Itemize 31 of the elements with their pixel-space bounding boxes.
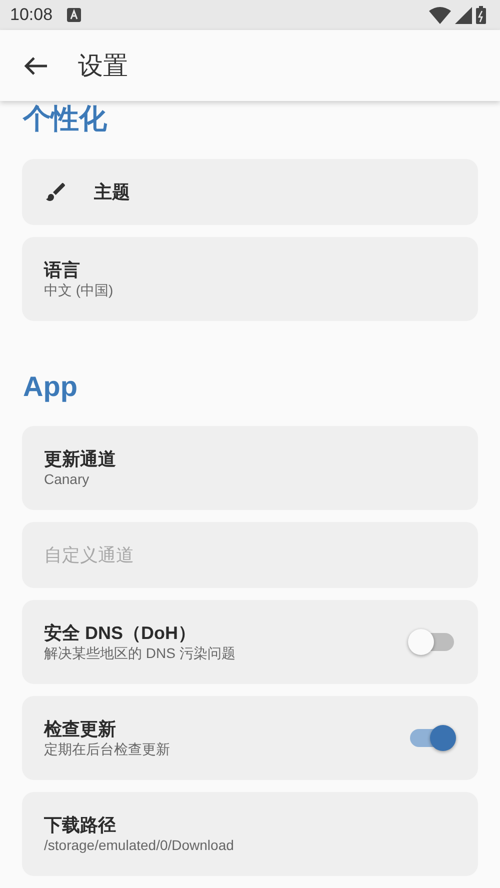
battery-icon (476, 6, 486, 24)
item-title: 安全 DNS（DoH） (44, 622, 197, 644)
brush-icon (44, 180, 68, 204)
settings-item[interactable]: 更新通道 Canary (22, 426, 478, 510)
item-title: 自定义通道 (44, 544, 135, 566)
settings-item[interactable]: 主题 (22, 159, 478, 225)
wifi-icon (429, 6, 451, 24)
back-arrow-icon (24, 56, 48, 76)
page-title: 设置 (78, 51, 128, 82)
signal-icon (455, 6, 472, 24)
section-title: 个性化 (23, 103, 107, 134)
status-time: 10:08 (10, 5, 53, 26)
item-title: 下载路径 (44, 814, 117, 836)
settings-item[interactable]: 语言 中文 (中国) (22, 237, 478, 321)
toggle-switch[interactable] (408, 629, 456, 655)
item-subtitle: 定期在后台检查更新 (44, 740, 171, 758)
item-title: 更新通道 (44, 448, 117, 470)
item-title: 主题 (94, 181, 131, 203)
toggle-switch[interactable] (408, 725, 456, 751)
item-title: 检查更新 (44, 718, 117, 740)
notification-icon (66, 8, 81, 22)
section-title: App (23, 371, 78, 402)
item-subtitle: 中文 (中国) (44, 281, 114, 299)
back-button[interactable] (24, 56, 48, 76)
settings-item[interactable]: 安全 DNS（DoH） 解决某些地区的 DNS 污染问题 (22, 600, 478, 684)
item-subtitle: /storage/emulated/0/Download (44, 836, 235, 854)
item-subtitle: 解决某些地区的 DNS 污染问题 (44, 644, 236, 662)
settings-item[interactable]: 下载路径 /storage/emulated/0/Download (22, 792, 478, 876)
item-subtitle: Canary (44, 470, 90, 488)
item-title: 语言 (44, 259, 81, 281)
settings-item[interactable]: 检查更新 定期在后台检查更新 (22, 696, 478, 780)
